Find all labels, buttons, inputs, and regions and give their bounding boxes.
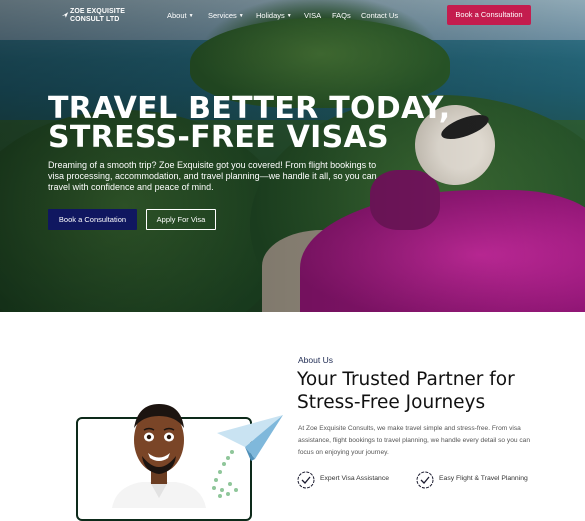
top-navigation: ZOE EXQUISITE CONSULT LTD About ▼ Service… [0,0,585,34]
nav-item-faqs[interactable]: FAQs [332,11,351,20]
book-consultation-nav-button[interactable]: Book a Consultation [447,5,531,25]
apply-for-visa-button[interactable]: Apply For Visa [146,209,216,230]
nav-item-contact[interactable]: Contact Us [361,11,398,20]
brand-logo[interactable]: ZOE EXQUISITE CONSULT LTD [61,8,131,26]
book-consultation-button[interactable]: Book a Consultation [48,209,137,230]
chevron-down-icon: ▼ [286,13,292,19]
nav-item-about-label: About [167,11,187,20]
nav-item-visa[interactable]: VISA [304,11,321,20]
hero-title: TRAVEL BETTER TODAY, STRESS-FREE VISAS [48,94,508,155]
smiling-man-photo [112,404,206,508]
hero-overlay [0,0,585,312]
about-title-line1: Your Trusted Partner for [297,369,515,390]
chevron-down-icon: ▼ [188,13,194,19]
brand-name: ZOE EXQUISITE CONSULT LTD [70,8,125,24]
about-title-line2: Stress-Free Journeys [297,392,486,413]
nav-item-about[interactable]: About ▼ [167,11,194,20]
chevron-down-icon: ▼ [238,13,244,19]
nav-item-holidays-label: Holidays [256,11,285,20]
hero-subtitle: Dreaming of a smooth trip? Zoe Exquisite… [48,160,377,192]
feature-label-flight: Easy Flight & Travel Planning [439,475,528,482]
nav-item-services-label: Services [208,11,237,20]
brand-name-line2: CONSULT LTD [70,16,120,23]
brand-name-line1: ZOE EXQUISITE [70,8,125,15]
check-circle-icon [416,471,434,489]
about-body: At Zoe Exquisite Consults, we make trave… [298,425,531,456]
feature-label-visa: Expert Visa Assistance [320,475,390,482]
paper-plane-icon [217,415,283,461]
hero-section: ZOE EXQUISITE CONSULT LTD About ▼ Service… [0,0,585,312]
hero-title-line2: STRESS-FREE VISAS [48,120,389,155]
nav-item-holidays[interactable]: Holidays ▼ [256,11,292,20]
about-title: Your Trusted Partner for Stress-Free Jou… [297,368,567,414]
nav-item-services[interactable]: Services ▼ [208,11,244,20]
about-eyebrow: About Us [298,355,333,365]
plane-logo-icon [61,12,69,18]
check-circle-icon [297,471,315,489]
